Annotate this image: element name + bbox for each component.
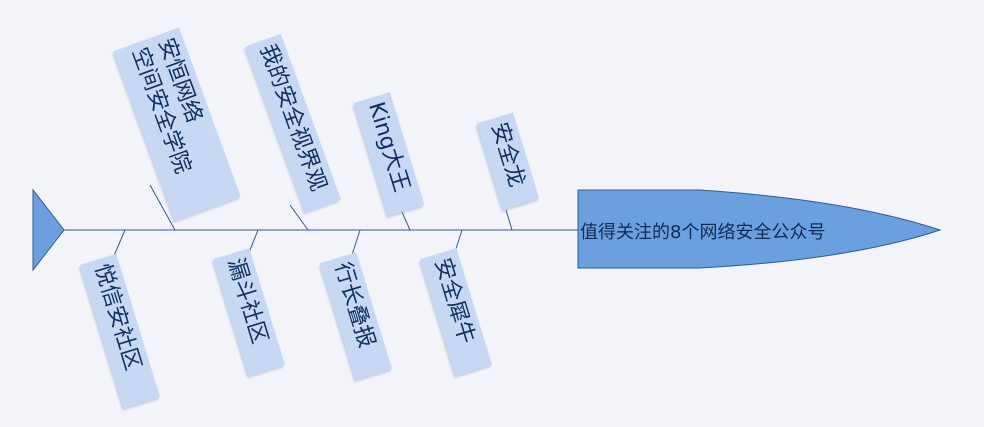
fishbone-tail xyxy=(32,188,65,272)
top-bone-4 xyxy=(505,209,513,231)
fishbone-head-label: 值得关注的8个网络安全公众号 xyxy=(580,222,826,243)
fishbone-diagram: 安恒网络 空间安全学院 我的安全视界观 King大王 安全龙 悦信安社区 漏斗社… xyxy=(0,0,984,427)
top-bone-3 xyxy=(401,211,411,231)
